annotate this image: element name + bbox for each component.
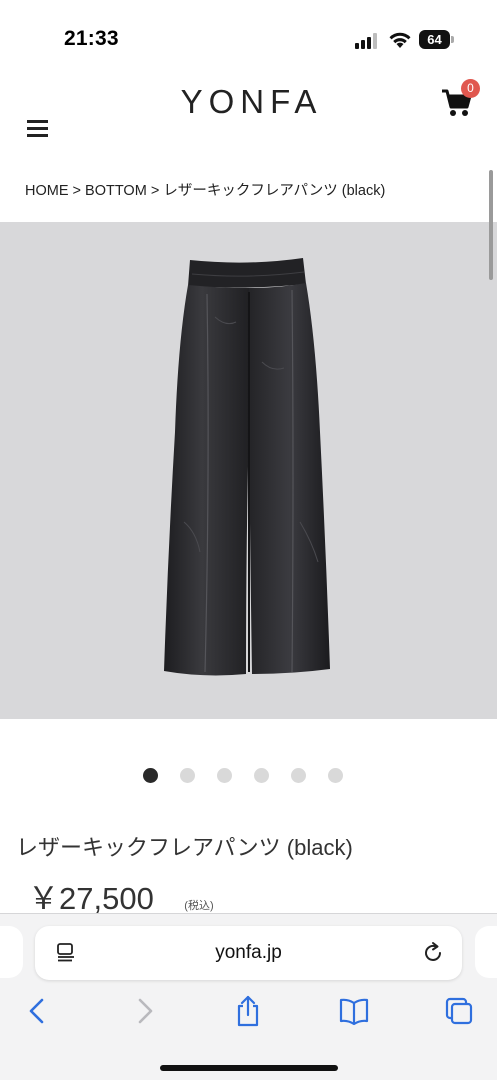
hamburger-menu-icon[interactable] [27, 120, 48, 140]
tax-note: (税込) [184, 900, 214, 912]
home-indicator[interactable] [160, 1065, 338, 1071]
carousel-dot[interactable] [328, 768, 343, 783]
url-text[interactable]: yonfa.jp [35, 942, 462, 964]
page: 21:33 64 YONFA 0 HOME > BOTTOM > レザーキックフ… [0, 0, 497, 1080]
carousel-dot[interactable] [254, 768, 269, 783]
product-image[interactable] [0, 222, 497, 719]
breadcrumb: HOME > BOTTOM > レザーキックフレアパンツ (black) [25, 179, 385, 200]
tabs-icon[interactable] [443, 994, 475, 1028]
back-icon[interactable] [22, 994, 54, 1028]
cart-count-badge: 0 [461, 79, 480, 98]
browser-chrome: yonfa.jp [0, 913, 497, 1080]
status-bar: 21:33 64 [0, 0, 497, 70]
status-time: 21:33 [64, 27, 119, 50]
next-tab-preview[interactable] [475, 926, 497, 978]
carousel-dot[interactable] [180, 768, 195, 783]
breadcrumb-home-link[interactable]: HOME [25, 183, 69, 199]
breadcrumb-separator: > [72, 183, 81, 199]
bookmarks-icon[interactable] [338, 994, 370, 1028]
reload-icon[interactable] [421, 941, 445, 965]
share-icon[interactable] [232, 994, 264, 1028]
site-logo[interactable]: YONFA [0, 83, 497, 121]
price-row: ￥27,500 (税込) [28, 873, 214, 918]
address-bar[interactable]: yonfa.jp [35, 926, 462, 980]
page-scrollbar[interactable] [489, 170, 493, 280]
breadcrumb-separator: > [150, 183, 160, 199]
breadcrumb-current: レザーキックフレアパンツ (black) [163, 183, 386, 199]
carousel-dot[interactable] [291, 768, 306, 783]
battery-tip [451, 36, 454, 43]
previous-tab-preview[interactable] [0, 926, 23, 978]
leather-pants-image [164, 258, 330, 676]
carousel-dot[interactable] [217, 768, 232, 783]
battery-icon: 64 [419, 30, 450, 49]
product-price: ￥27,500 [28, 881, 154, 916]
breadcrumb-bottom-link[interactable]: BOTTOM [85, 183, 147, 199]
cellular-signal-icon [355, 33, 377, 49]
carousel-dot[interactable] [143, 768, 158, 783]
wifi-icon [389, 32, 411, 48]
forward-icon [138, 998, 153, 1024]
browser-toolbar [0, 994, 497, 1034]
product-title: レザーキックフレアパンツ (black) [16, 835, 353, 860]
